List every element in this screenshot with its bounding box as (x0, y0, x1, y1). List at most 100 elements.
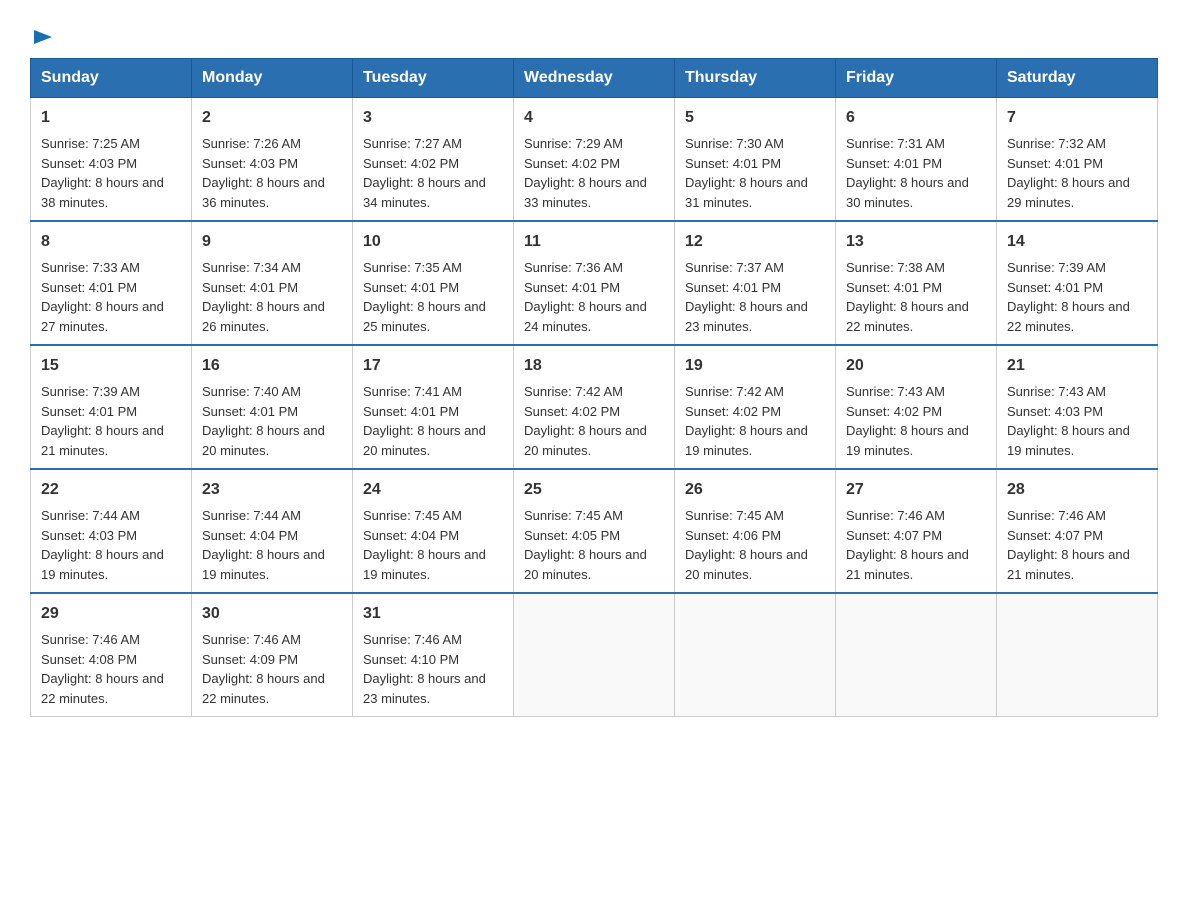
day-daylight: Daylight: 8 hours and 33 minutes. (524, 175, 647, 210)
day-sunrise: Sunrise: 7:33 AM (41, 260, 140, 275)
day-sunrise: Sunrise: 7:46 AM (202, 632, 301, 647)
calendar-day-cell: 16 Sunrise: 7:40 AM Sunset: 4:01 PM Dayl… (192, 345, 353, 469)
calendar-day-cell: 17 Sunrise: 7:41 AM Sunset: 4:01 PM Dayl… (353, 345, 514, 469)
day-sunset: Sunset: 4:02 PM (524, 404, 620, 419)
day-daylight: Daylight: 8 hours and 22 minutes. (846, 299, 969, 334)
day-number: 9 (202, 230, 342, 254)
calendar-header-sunday: Sunday (31, 59, 192, 98)
day-daylight: Daylight: 8 hours and 23 minutes. (363, 671, 486, 706)
day-sunrise: Sunrise: 7:26 AM (202, 136, 301, 151)
calendar-day-cell: 8 Sunrise: 7:33 AM Sunset: 4:01 PM Dayli… (31, 221, 192, 345)
day-sunset: Sunset: 4:01 PM (202, 404, 298, 419)
day-number: 12 (685, 230, 825, 254)
calendar-day-cell: 23 Sunrise: 7:44 AM Sunset: 4:04 PM Dayl… (192, 469, 353, 593)
day-daylight: Daylight: 8 hours and 22 minutes. (202, 671, 325, 706)
day-number: 8 (41, 230, 181, 254)
calendar-day-cell: 10 Sunrise: 7:35 AM Sunset: 4:01 PM Dayl… (353, 221, 514, 345)
calendar-day-cell: 26 Sunrise: 7:45 AM Sunset: 4:06 PM Dayl… (675, 469, 836, 593)
calendar-day-cell (514, 593, 675, 717)
day-daylight: Daylight: 8 hours and 22 minutes. (1007, 299, 1130, 334)
day-sunset: Sunset: 4:02 PM (524, 156, 620, 171)
calendar-day-cell: 29 Sunrise: 7:46 AM Sunset: 4:08 PM Dayl… (31, 593, 192, 717)
calendar-week-row: 22 Sunrise: 7:44 AM Sunset: 4:03 PM Dayl… (31, 469, 1158, 593)
day-sunrise: Sunrise: 7:44 AM (202, 508, 301, 523)
day-number: 22 (41, 478, 181, 502)
day-daylight: Daylight: 8 hours and 20 minutes. (524, 423, 647, 458)
calendar-header-saturday: Saturday (997, 59, 1158, 98)
day-daylight: Daylight: 8 hours and 21 minutes. (1007, 547, 1130, 582)
calendar-week-row: 1 Sunrise: 7:25 AM Sunset: 4:03 PM Dayli… (31, 98, 1158, 222)
day-sunset: Sunset: 4:01 PM (1007, 280, 1103, 295)
day-number: 3 (363, 106, 503, 130)
calendar-day-cell: 14 Sunrise: 7:39 AM Sunset: 4:01 PM Dayl… (997, 221, 1158, 345)
calendar-day-cell: 7 Sunrise: 7:32 AM Sunset: 4:01 PM Dayli… (997, 98, 1158, 222)
day-number: 21 (1007, 354, 1147, 378)
day-daylight: Daylight: 8 hours and 25 minutes. (363, 299, 486, 334)
calendar-week-row: 15 Sunrise: 7:39 AM Sunset: 4:01 PM Dayl… (31, 345, 1158, 469)
day-daylight: Daylight: 8 hours and 19 minutes. (846, 423, 969, 458)
day-daylight: Daylight: 8 hours and 20 minutes. (202, 423, 325, 458)
calendar-day-cell: 15 Sunrise: 7:39 AM Sunset: 4:01 PM Dayl… (31, 345, 192, 469)
day-daylight: Daylight: 8 hours and 20 minutes. (685, 547, 808, 582)
day-sunrise: Sunrise: 7:36 AM (524, 260, 623, 275)
day-sunrise: Sunrise: 7:40 AM (202, 384, 301, 399)
logo-triangle-icon (32, 26, 54, 48)
day-sunset: Sunset: 4:03 PM (1007, 404, 1103, 419)
calendar-week-row: 29 Sunrise: 7:46 AM Sunset: 4:08 PM Dayl… (31, 593, 1158, 717)
day-daylight: Daylight: 8 hours and 19 minutes. (685, 423, 808, 458)
calendar-day-cell (997, 593, 1158, 717)
calendar-body: 1 Sunrise: 7:25 AM Sunset: 4:03 PM Dayli… (31, 98, 1158, 717)
calendar-day-cell: 3 Sunrise: 7:27 AM Sunset: 4:02 PM Dayli… (353, 98, 514, 222)
calendar-day-cell: 25 Sunrise: 7:45 AM Sunset: 4:05 PM Dayl… (514, 469, 675, 593)
calendar-day-cell: 5 Sunrise: 7:30 AM Sunset: 4:01 PM Dayli… (675, 98, 836, 222)
day-sunrise: Sunrise: 7:45 AM (685, 508, 784, 523)
day-sunset: Sunset: 4:01 PM (202, 280, 298, 295)
day-daylight: Daylight: 8 hours and 24 minutes. (524, 299, 647, 334)
calendar-day-cell: 18 Sunrise: 7:42 AM Sunset: 4:02 PM Dayl… (514, 345, 675, 469)
day-daylight: Daylight: 8 hours and 21 minutes. (846, 547, 969, 582)
calendar-day-cell: 31 Sunrise: 7:46 AM Sunset: 4:10 PM Dayl… (353, 593, 514, 717)
calendar-day-cell: 27 Sunrise: 7:46 AM Sunset: 4:07 PM Dayl… (836, 469, 997, 593)
day-sunrise: Sunrise: 7:42 AM (685, 384, 784, 399)
day-sunrise: Sunrise: 7:45 AM (363, 508, 462, 523)
day-sunrise: Sunrise: 7:31 AM (846, 136, 945, 151)
day-sunrise: Sunrise: 7:46 AM (846, 508, 945, 523)
day-sunset: Sunset: 4:06 PM (685, 528, 781, 543)
day-sunset: Sunset: 4:02 PM (685, 404, 781, 419)
day-daylight: Daylight: 8 hours and 38 minutes. (41, 175, 164, 210)
day-sunrise: Sunrise: 7:38 AM (846, 260, 945, 275)
calendar-day-cell: 1 Sunrise: 7:25 AM Sunset: 4:03 PM Dayli… (31, 98, 192, 222)
calendar-header-thursday: Thursday (675, 59, 836, 98)
day-daylight: Daylight: 8 hours and 20 minutes. (363, 423, 486, 458)
day-number: 23 (202, 478, 342, 502)
day-number: 5 (685, 106, 825, 130)
day-sunrise: Sunrise: 7:37 AM (685, 260, 784, 275)
calendar-day-cell: 6 Sunrise: 7:31 AM Sunset: 4:01 PM Dayli… (836, 98, 997, 222)
page-header (30, 20, 1158, 48)
day-sunrise: Sunrise: 7:44 AM (41, 508, 140, 523)
calendar-header-tuesday: Tuesday (353, 59, 514, 98)
day-sunrise: Sunrise: 7:43 AM (846, 384, 945, 399)
day-number: 26 (685, 478, 825, 502)
day-daylight: Daylight: 8 hours and 22 minutes. (41, 671, 164, 706)
day-sunrise: Sunrise: 7:39 AM (1007, 260, 1106, 275)
day-number: 29 (41, 602, 181, 626)
day-number: 1 (41, 106, 181, 130)
day-daylight: Daylight: 8 hours and 19 minutes. (41, 547, 164, 582)
day-daylight: Daylight: 8 hours and 21 minutes. (41, 423, 164, 458)
calendar-day-cell: 13 Sunrise: 7:38 AM Sunset: 4:01 PM Dayl… (836, 221, 997, 345)
day-number: 6 (846, 106, 986, 130)
calendar-day-cell (836, 593, 997, 717)
day-number: 2 (202, 106, 342, 130)
calendar-day-cell: 22 Sunrise: 7:44 AM Sunset: 4:03 PM Dayl… (31, 469, 192, 593)
calendar-day-cell: 24 Sunrise: 7:45 AM Sunset: 4:04 PM Dayl… (353, 469, 514, 593)
calendar-day-cell: 21 Sunrise: 7:43 AM Sunset: 4:03 PM Dayl… (997, 345, 1158, 469)
day-number: 17 (363, 354, 503, 378)
day-daylight: Daylight: 8 hours and 36 minutes. (202, 175, 325, 210)
calendar-day-cell: 9 Sunrise: 7:34 AM Sunset: 4:01 PM Dayli… (192, 221, 353, 345)
day-number: 11 (524, 230, 664, 254)
day-number: 14 (1007, 230, 1147, 254)
calendar-header-row: SundayMondayTuesdayWednesdayThursdayFrid… (31, 59, 1158, 98)
day-sunrise: Sunrise: 7:41 AM (363, 384, 462, 399)
day-sunrise: Sunrise: 7:32 AM (1007, 136, 1106, 151)
